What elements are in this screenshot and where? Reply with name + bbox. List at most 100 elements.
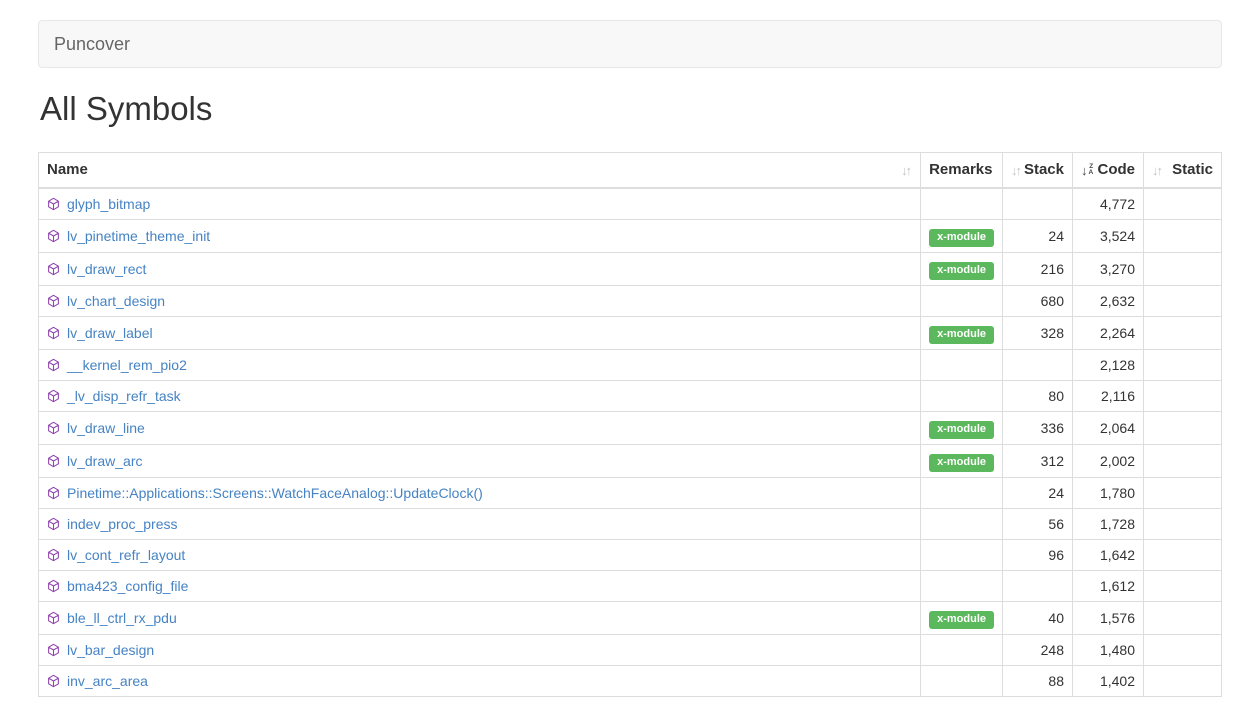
symbol-link[interactable]: lv_draw_label <box>67 323 153 343</box>
navbar-brand[interactable]: Puncover <box>39 20 145 68</box>
static-cell <box>1144 350 1222 381</box>
symbol-link[interactable]: lv_draw_line <box>67 418 145 438</box>
table-row: Pinetime::Applications::Screens::WatchFa… <box>39 478 1222 509</box>
column-header-stack[interactable]: ↓↑Stack <box>1003 153 1073 189</box>
table-row: glyph_bitmap4,772 <box>39 188 1222 220</box>
navbar: Puncover <box>38 20 1222 68</box>
remarks-cell: x-module <box>921 602 1003 635</box>
column-header-static[interactable]: ↓↑ Static <box>1144 153 1222 189</box>
cube-icon <box>47 262 60 276</box>
cube-icon <box>47 389 60 403</box>
stack-cell: 56 <box>1003 509 1073 540</box>
remarks-cell: x-module <box>921 317 1003 350</box>
remarks-cell <box>921 540 1003 571</box>
symbol-name-cell: lv_bar_design <box>39 635 921 666</box>
table-row: lv_draw_line x-module 3362,064 <box>39 412 1222 445</box>
column-label: Stack <box>1024 160 1064 180</box>
sort-both-icon[interactable]: ↓↑ <box>901 164 912 177</box>
column-label: Remarks <box>929 160 992 180</box>
symbol-link[interactable]: lv_bar_design <box>67 640 154 660</box>
remarks-cell <box>921 635 1003 666</box>
symbol-link[interactable]: lv_draw_rect <box>67 259 146 279</box>
remarks-cell: x-module <box>921 220 1003 253</box>
code-cell: 2,632 <box>1073 286 1144 317</box>
symbol-link[interactable]: lv_draw_arc <box>67 451 142 471</box>
sort-both-icon[interactable]: ↓↑ <box>1152 164 1163 177</box>
code-cell: 1,780 <box>1073 478 1144 509</box>
code-cell: 2,116 <box>1073 381 1144 412</box>
remarks-cell: x-module <box>921 253 1003 286</box>
cube-icon <box>47 229 60 243</box>
symbol-link[interactable]: __kernel_rem_pio2 <box>67 355 187 375</box>
static-cell <box>1144 635 1222 666</box>
code-cell: 1,480 <box>1073 635 1144 666</box>
table-row: __kernel_rem_pio2 2,128 <box>39 350 1222 381</box>
symbol-name-cell: lv_draw_rect <box>39 253 921 286</box>
symbol-link[interactable]: Pinetime::Applications::Screens::WatchFa… <box>67 483 483 503</box>
cube-icon <box>47 294 60 308</box>
symbol-link[interactable]: indev_proc_press <box>67 514 178 534</box>
table-row: inv_arc_area881,402 <box>39 666 1222 697</box>
table-row: lv_bar_design2481,480 <box>39 635 1222 666</box>
symbols-table-body: glyph_bitmap4,772lv_pinetime_theme_initx… <box>39 188 1222 697</box>
stack-cell: 24 <box>1003 220 1073 253</box>
table-row: _lv_disp_refr_task802,116 <box>39 381 1222 412</box>
table-row: lv_pinetime_theme_initx-module243,524 <box>39 220 1222 253</box>
remarks-cell: x-module <box>921 412 1003 445</box>
symbol-link[interactable]: lv_cont_refr_layout <box>67 545 185 565</box>
symbol-link[interactable]: bma423_config_file <box>67 576 188 596</box>
symbol-name-cell: lv_chart_design <box>39 286 921 317</box>
column-label: Name <box>47 160 88 180</box>
table-row: lv_draw_rectx-module2163,270 <box>39 253 1222 286</box>
remarks-cell <box>921 571 1003 602</box>
table-row: lv_chart_design 6802,632 <box>39 286 1222 317</box>
static-cell <box>1144 286 1222 317</box>
cube-icon <box>47 358 60 372</box>
symbol-link[interactable]: lv_chart_design <box>67 291 165 311</box>
sort-both-icon[interactable]: ↓↑ <box>1011 164 1022 177</box>
stack-cell: 24 <box>1003 478 1073 509</box>
stack-cell: 328 <box>1003 317 1073 350</box>
static-cell <box>1144 381 1222 412</box>
table-row: ble_ll_ctrl_rx_pdux-module401,576 <box>39 602 1222 635</box>
sort-desc-icon[interactable]: ↓ZA <box>1081 164 1095 177</box>
table-row: lv_draw_arcx-module3122,002 <box>39 445 1222 478</box>
stack-cell: 680 <box>1003 286 1073 317</box>
x-module-badge: x-module <box>929 454 994 472</box>
code-cell: 1,728 <box>1073 509 1144 540</box>
remarks-cell: x-module <box>921 445 1003 478</box>
page-title: All Symbols <box>40 90 1220 128</box>
symbol-name-cell: inv_arc_area <box>39 666 921 697</box>
static-cell <box>1144 509 1222 540</box>
cube-icon <box>47 643 60 657</box>
x-module-badge: x-module <box>929 421 994 439</box>
code-cell: 2,064 <box>1073 412 1144 445</box>
symbol-link[interactable]: glyph_bitmap <box>67 194 150 214</box>
column-header-name[interactable]: Name ↓↑ <box>39 153 921 189</box>
column-header-remarks: Remarks <box>921 153 1003 189</box>
symbol-name-cell: __kernel_rem_pio2 <box>39 350 921 381</box>
remarks-cell <box>921 666 1003 697</box>
stack-cell <box>1003 350 1073 381</box>
stack-cell <box>1003 571 1073 602</box>
stack-cell: 312 <box>1003 445 1073 478</box>
cube-icon <box>47 421 60 435</box>
symbols-table: Name↓↑Remarks↓↑Stack↓ZACode↓↑Static glyp… <box>38 152 1222 697</box>
column-header-code[interactable]: ↓ZACode <box>1073 153 1144 189</box>
symbol-name-cell: ble_ll_ctrl_rx_pdu <box>39 602 921 635</box>
symbol-name-cell: lv_pinetime_theme_init <box>39 220 921 253</box>
symbol-link[interactable]: lv_pinetime_theme_init <box>67 226 210 246</box>
symbol-name-cell: _lv_disp_refr_task <box>39 381 921 412</box>
stack-cell <box>1003 188 1073 220</box>
symbol-name-cell: indev_proc_press <box>39 509 921 540</box>
stack-cell: 336 <box>1003 412 1073 445</box>
symbol-link[interactable]: ble_ll_ctrl_rx_pdu <box>67 608 177 628</box>
cube-icon <box>47 197 60 211</box>
symbol-link[interactable]: inv_arc_area <box>67 671 148 691</box>
cube-icon <box>47 579 60 593</box>
code-cell: 2,128 <box>1073 350 1144 381</box>
symbol-link[interactable]: _lv_disp_refr_task <box>67 386 181 406</box>
page-container: Puncover All Symbols Name↓↑Remarks↓↑Stac… <box>38 20 1222 697</box>
code-cell: 2,264 <box>1073 317 1144 350</box>
column-label: Static <box>1172 160 1213 180</box>
